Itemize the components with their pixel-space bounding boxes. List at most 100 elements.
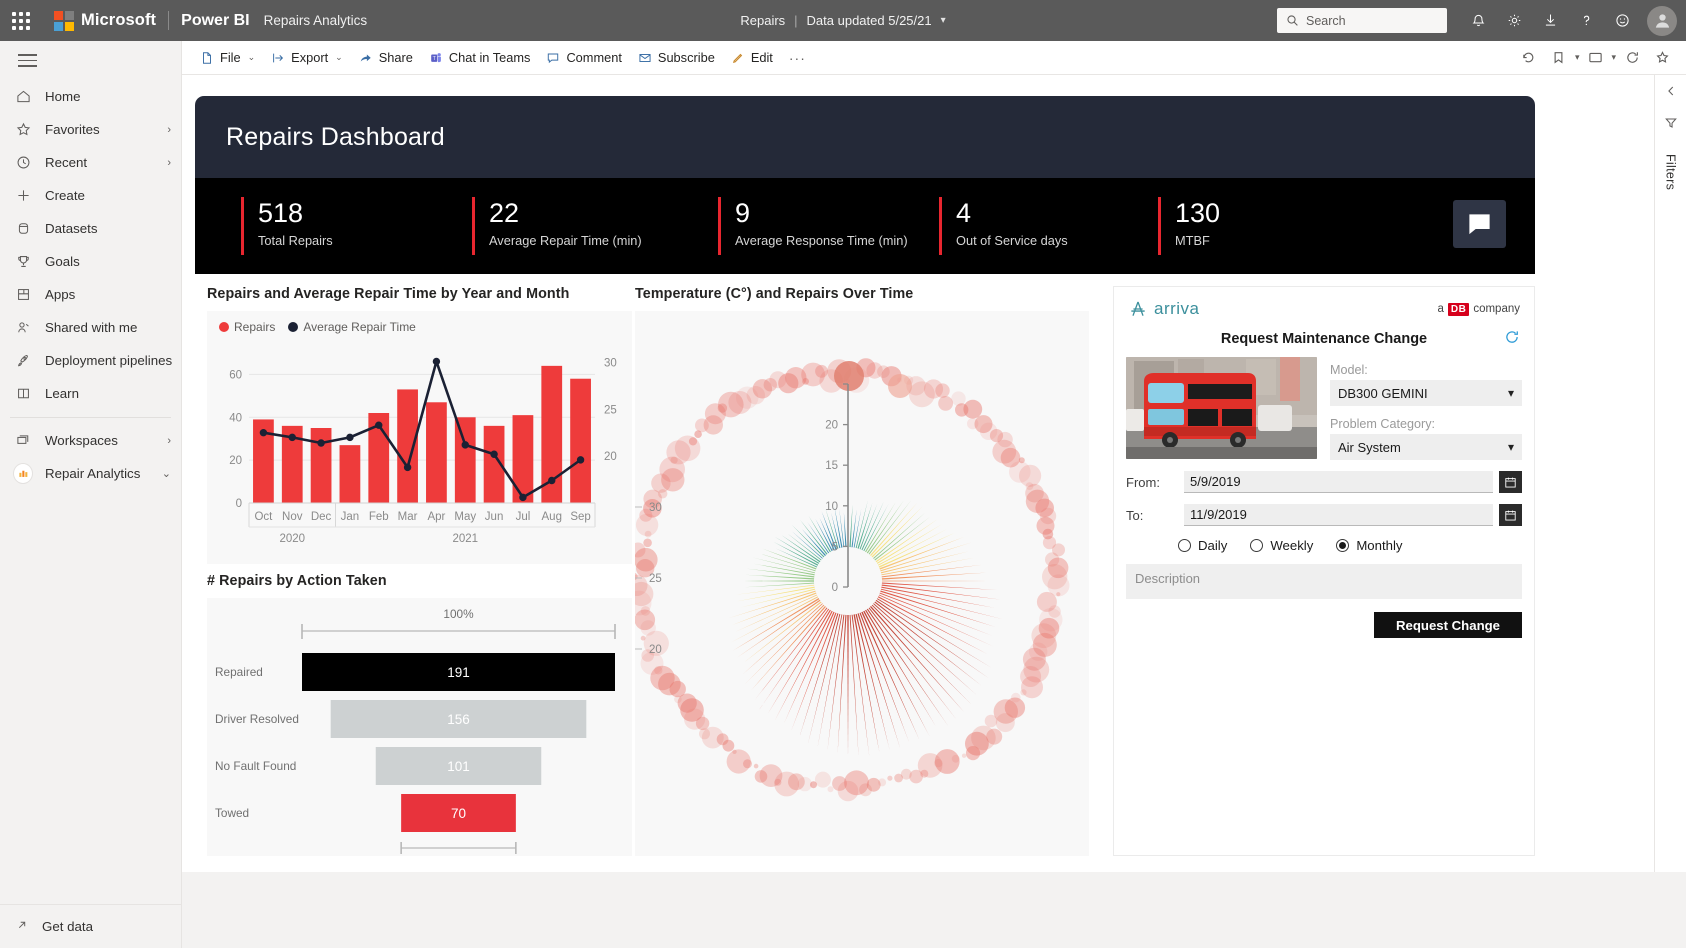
legend-swatch xyxy=(288,322,298,332)
from-label: From: xyxy=(1126,475,1184,490)
radio-monthly[interactable]: Monthly xyxy=(1336,538,1402,553)
filter-pane-icon[interactable] xyxy=(1664,116,1678,135)
edit-button[interactable]: Edit xyxy=(723,45,781,71)
to-date-input[interactable]: 11/9/2019 xyxy=(1184,504,1493,526)
problem-category-select[interactable]: Air System ▾ xyxy=(1330,434,1522,460)
description-input[interactable]: Description xyxy=(1126,564,1522,599)
get-data-icon xyxy=(14,917,30,936)
chevron-down-icon: ▾ xyxy=(1508,440,1514,454)
radio-daily[interactable]: Daily xyxy=(1178,538,1227,553)
sidebar-item-datasets[interactable]: Datasets xyxy=(0,212,181,245)
sidebar-item-label: Learn xyxy=(45,386,171,401)
avatar[interactable] xyxy=(1647,6,1677,36)
form-actions: Request Change xyxy=(1126,599,1522,638)
chat-in-teams-button[interactable]: T Chat in Teams xyxy=(421,45,539,71)
svg-text:10: 10 xyxy=(825,501,838,513)
kpi-total-repairs[interactable]: 518 Total Repairs xyxy=(241,197,472,255)
comment-bubble-icon[interactable] xyxy=(1453,200,1506,248)
sidebar-item-shared-with-me[interactable]: Shared with me xyxy=(0,311,181,344)
kpi-average-response-time[interactable]: 9 Average Response Time (min) xyxy=(718,197,939,255)
chevron-down-icon[interactable]: ▾ xyxy=(941,15,946,26)
search-input[interactable]: Search xyxy=(1277,8,1447,33)
request-change-button[interactable]: Request Change xyxy=(1374,612,1522,638)
model-select[interactable]: DB300 GEMINI ▾ xyxy=(1330,380,1522,406)
sidebar-item-recent[interactable]: Recent › xyxy=(0,146,181,179)
chart-legend: Repairs Average Repair Time xyxy=(219,320,416,334)
sidebar-item-learn[interactable]: Learn xyxy=(0,377,181,410)
chevron-right-icon[interactable]: › xyxy=(167,435,171,447)
top-bar: Microsoft Power BI Repairs Analytics Rep… xyxy=(0,0,1686,41)
sidebar: Home Favorites › Recent › Create Dataset… xyxy=(0,41,182,948)
svg-text:Jul: Jul xyxy=(516,511,531,523)
share-icon xyxy=(359,51,373,65)
more-options-button[interactable]: ··· xyxy=(781,45,814,71)
chevron-down-icon[interactable]: ▾ xyxy=(1611,52,1616,63)
export-menu-button[interactable]: Export ⌄ xyxy=(263,45,351,71)
svg-text:5: 5 xyxy=(832,541,838,553)
radial-chart-svg: 05101520202530 xyxy=(635,311,1089,856)
view-icon[interactable] xyxy=(1581,45,1609,71)
report-header-band: Repairs Dashboard xyxy=(195,96,1535,178)
help-icon[interactable] xyxy=(1569,4,1603,38)
share-button[interactable]: Share xyxy=(351,45,421,71)
sidebar-item-home[interactable]: Home xyxy=(0,80,181,113)
sidebar-item-apps[interactable]: Apps xyxy=(0,278,181,311)
feedback-icon[interactable] xyxy=(1605,4,1639,38)
sidebar-item-goals[interactable]: Goals xyxy=(0,245,181,278)
kpi-out-of-service-days[interactable]: 4 Out of Service days xyxy=(939,197,1158,255)
sidebar-item-create[interactable]: Create xyxy=(0,179,181,212)
sidebar-item-repair-analytics[interactable]: Repair Analytics ⌄ xyxy=(0,457,181,490)
sidebar-item-deployment-pipelines[interactable]: Deployment pipelines xyxy=(0,344,181,377)
sidebar-item-favorites[interactable]: Favorites › xyxy=(0,113,181,146)
chevron-down-icon[interactable]: ▾ xyxy=(1575,52,1580,63)
report-name-label[interactable]: Repairs xyxy=(740,13,785,28)
collapse-icon[interactable] xyxy=(1664,84,1678,103)
funnel-chart-svg: 100%Repaired191Driver Resolved156No Faul… xyxy=(207,598,632,856)
app-launcher-button[interactable] xyxy=(0,12,42,30)
svg-text:Dec: Dec xyxy=(311,511,332,523)
bell-icon[interactable] xyxy=(1461,4,1495,38)
refresh-circle-icon[interactable] xyxy=(1504,329,1520,349)
comment-button[interactable]: Comment xyxy=(538,45,629,71)
arriva-wordmark: arriva xyxy=(1154,299,1200,319)
calendar-icon[interactable] xyxy=(1499,471,1522,493)
chevron-right-icon[interactable]: › xyxy=(167,157,171,169)
maintenance-request-form[interactable]: arriva a DB company Request Maintenance … xyxy=(1113,286,1535,856)
bookmark-icon[interactable] xyxy=(1545,45,1573,71)
rocket-icon xyxy=(14,352,32,370)
model-value: DB300 GEMINI xyxy=(1338,386,1428,401)
microsoft-logo[interactable]: Microsoft xyxy=(54,11,156,31)
chevron-down-icon[interactable]: ⌄ xyxy=(162,467,171,480)
command-label: Share xyxy=(379,50,413,65)
data-updated-label[interactable]: Data updated 5/25/21 xyxy=(807,13,932,28)
legend-item-average-repair-time[interactable]: Average Repair Time xyxy=(288,320,416,334)
svg-text:2021: 2021 xyxy=(452,533,478,545)
radio-weekly[interactable]: Weekly xyxy=(1250,538,1313,553)
calendar-icon[interactable] xyxy=(1499,504,1522,526)
funnel-chart-card[interactable]: # Repairs by Action Taken 100%Repaired19… xyxy=(207,573,632,856)
chevron-right-icon[interactable]: › xyxy=(167,124,171,136)
gear-icon[interactable] xyxy=(1497,4,1531,38)
get-data-button[interactable]: Get data xyxy=(0,904,182,948)
from-date-input[interactable]: 5/9/2019 xyxy=(1184,471,1493,493)
subscribe-button[interactable]: Subscribe xyxy=(630,45,723,71)
reset-icon[interactable] xyxy=(1515,45,1543,71)
get-data-label: Get data xyxy=(42,919,93,934)
radial-chart-plot: 05101520202530 xyxy=(635,311,1089,856)
combo-chart-card[interactable]: Repairs and Average Repair Time by Year … xyxy=(207,286,632,564)
legend-item-repairs[interactable]: Repairs xyxy=(219,320,275,334)
app-name-label[interactable]: Repairs Analytics xyxy=(264,13,368,28)
chart-title: Repairs and Average Repair Time by Year … xyxy=(207,286,632,302)
powerbi-wordmark[interactable]: Power BI xyxy=(181,12,249,30)
file-menu-button[interactable]: File ⌄ xyxy=(192,45,263,71)
kpi-average-repair-time[interactable]: 22 Average Repair Time (min) xyxy=(472,197,718,255)
favorite-star-icon[interactable] xyxy=(1648,45,1676,71)
funnel-chart-plot: 100%Repaired191Driver Resolved156No Faul… xyxy=(207,598,632,856)
sidebar-item-workspaces[interactable]: Workspaces › xyxy=(0,424,181,457)
refresh-icon[interactable] xyxy=(1618,45,1646,71)
bus-photo xyxy=(1126,357,1317,459)
nav-toggle-button[interactable] xyxy=(0,41,181,80)
download-icon[interactable] xyxy=(1533,4,1567,38)
kpi-mtbf[interactable]: 130 MTBF xyxy=(1158,197,1338,255)
radial-chart-card[interactable]: Temperature (C°) and Repairs Over Time 0… xyxy=(635,286,1089,856)
